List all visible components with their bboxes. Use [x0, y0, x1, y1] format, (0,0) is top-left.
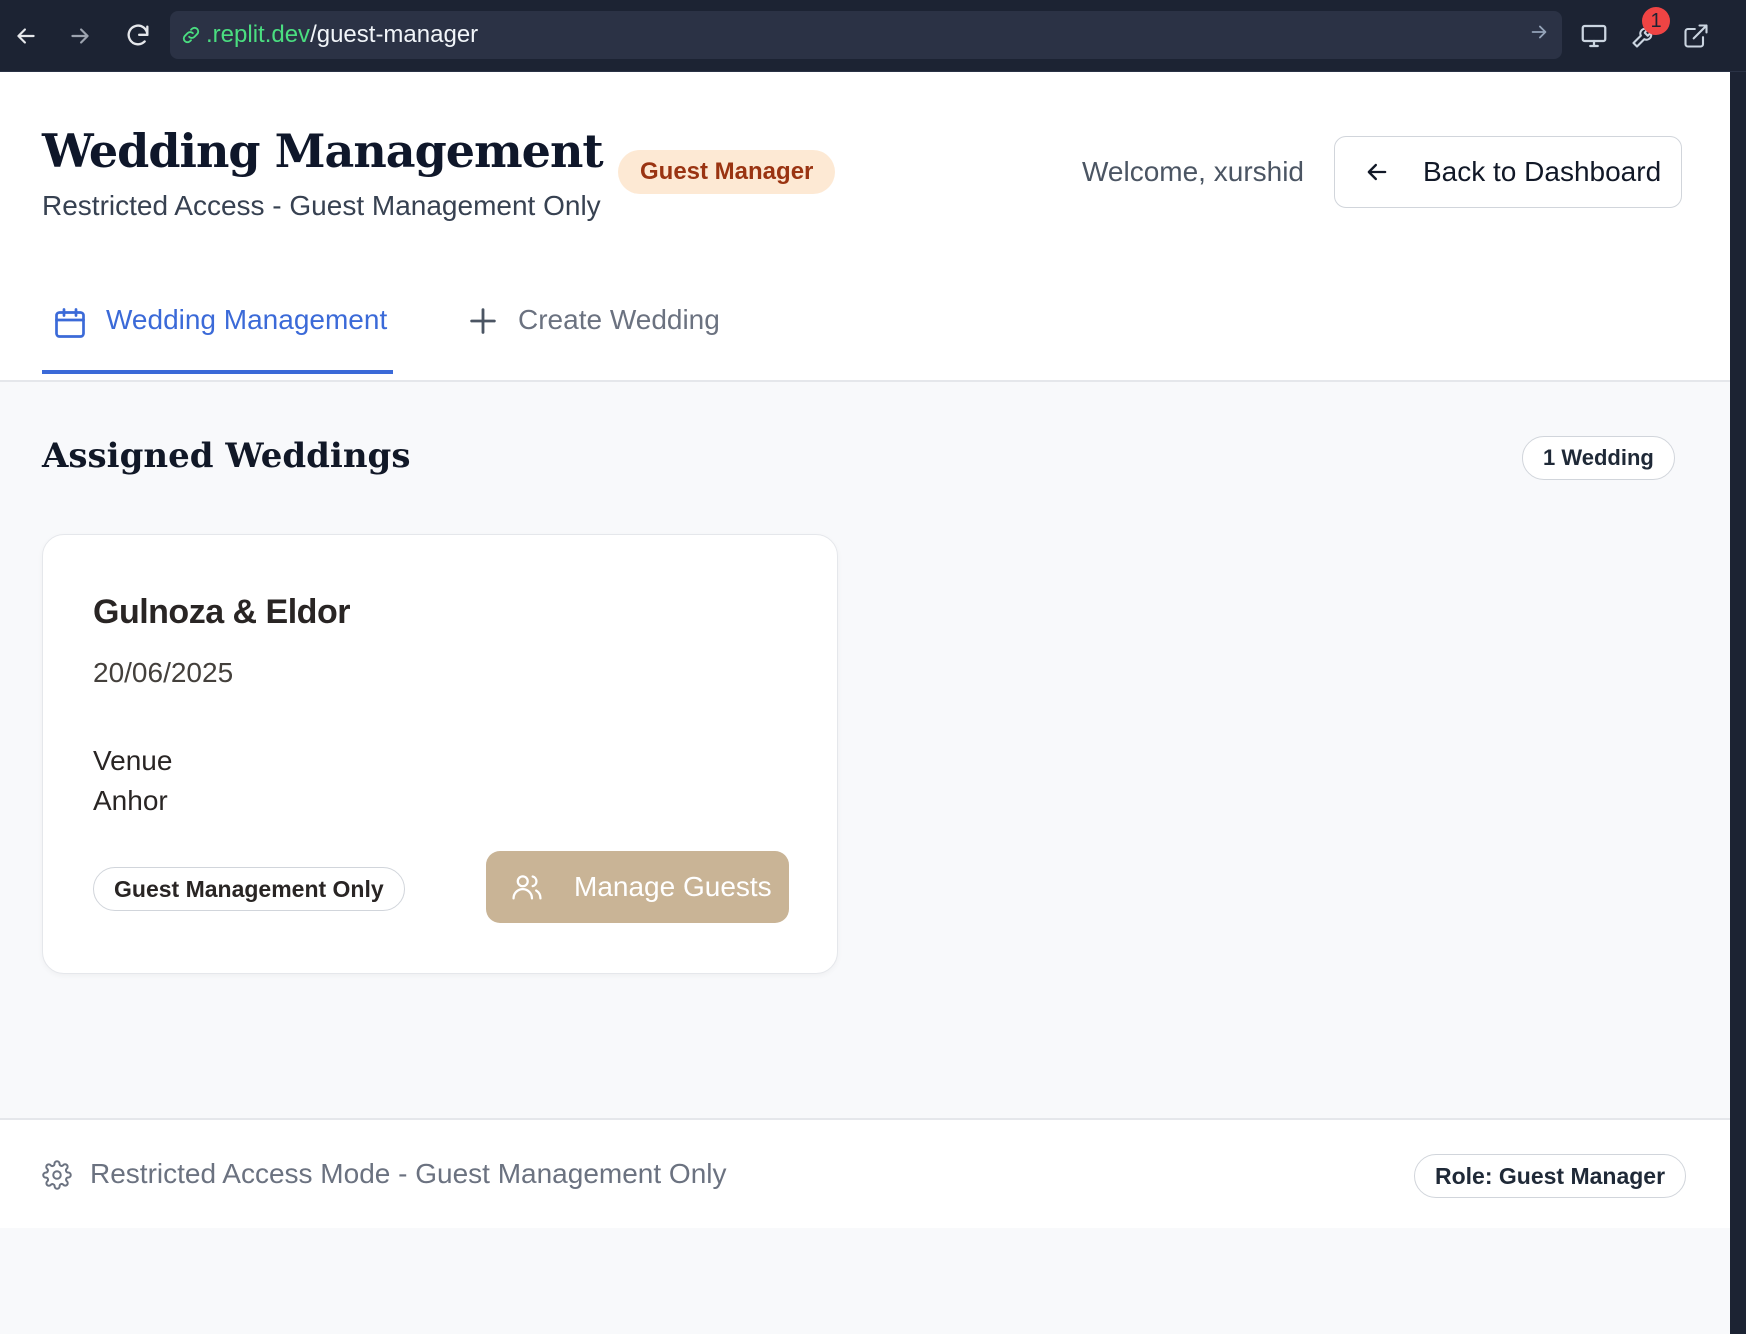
manage-guests-label: Manage Guests [574, 871, 772, 902]
page-scrollbar[interactable] [1730, 72, 1746, 1334]
tab-label: Wedding Management [106, 304, 388, 335]
footer-role-badge: Role: Guest Manager [1414, 1154, 1687, 1198]
tab-label: Create Wedding [518, 304, 720, 335]
users-icon [510, 870, 544, 904]
forward-arrow-icon[interactable] [58, 14, 102, 58]
wedding-card: Gulnoza & Eldor 20/06/2025 Venue Anhor G… [42, 534, 838, 974]
monitor-icon[interactable] [1572, 14, 1616, 58]
url-path: /guest-manager [310, 21, 479, 48]
wedding-couple-name: Gulnoza & Eldor [93, 593, 350, 631]
notification-badge: 1 [1642, 7, 1670, 35]
go-arrow-icon[interactable] [1528, 21, 1550, 43]
manage-guests-button[interactable]: Manage Guests [486, 851, 789, 923]
page-title: Wedding Management [42, 124, 604, 178]
tab-create-wedding[interactable]: Create Wedding [466, 304, 720, 374]
back-to-dashboard-button[interactable]: Back to Dashboard [1334, 136, 1682, 208]
venue-value: Anhor [93, 785, 168, 816]
wedding-count-badge: 1 Wedding [1522, 436, 1675, 480]
page-subtitle: Restricted Access - Guest Management Onl… [42, 190, 601, 221]
access-badge: Guest Management Only [93, 867, 405, 911]
section-title: Assigned Weddings [42, 436, 411, 476]
back-arrow-icon[interactable] [4, 14, 48, 58]
footer-text: Restricted Access Mode - Guest Managemen… [90, 1158, 727, 1189]
link-icon [180, 24, 202, 46]
reload-icon[interactable] [116, 14, 160, 58]
welcome-text: Welcome, xurshid [1082, 156, 1305, 187]
plus-icon [466, 304, 500, 338]
back-to-dashboard-label: Back to Dashboard [1423, 156, 1662, 187]
url-host: .replit.dev [206, 21, 311, 48]
external-link-icon[interactable] [1674, 14, 1718, 58]
address-bar[interactable]: .replit.dev/guest-manager [170, 11, 1562, 59]
arrow-left-icon [1363, 158, 1391, 186]
venue-label: Venue [93, 745, 173, 776]
calendar-icon [52, 304, 88, 342]
page-header: Wedding Management Restricted Access - G… [0, 72, 1730, 382]
tab-wedding-management[interactable]: Wedding Management [42, 304, 393, 374]
role-badge: Guest Manager [618, 150, 836, 194]
browser-toolbar: .replit.dev/guest-manager 1 [0, 0, 1746, 72]
wedding-date: 20/06/2025 [93, 657, 234, 688]
header-divider [0, 380, 1730, 382]
page-footer: Restricted Access Mode - Guest Managemen… [0, 1118, 1730, 1228]
gear-icon [42, 1160, 72, 1190]
